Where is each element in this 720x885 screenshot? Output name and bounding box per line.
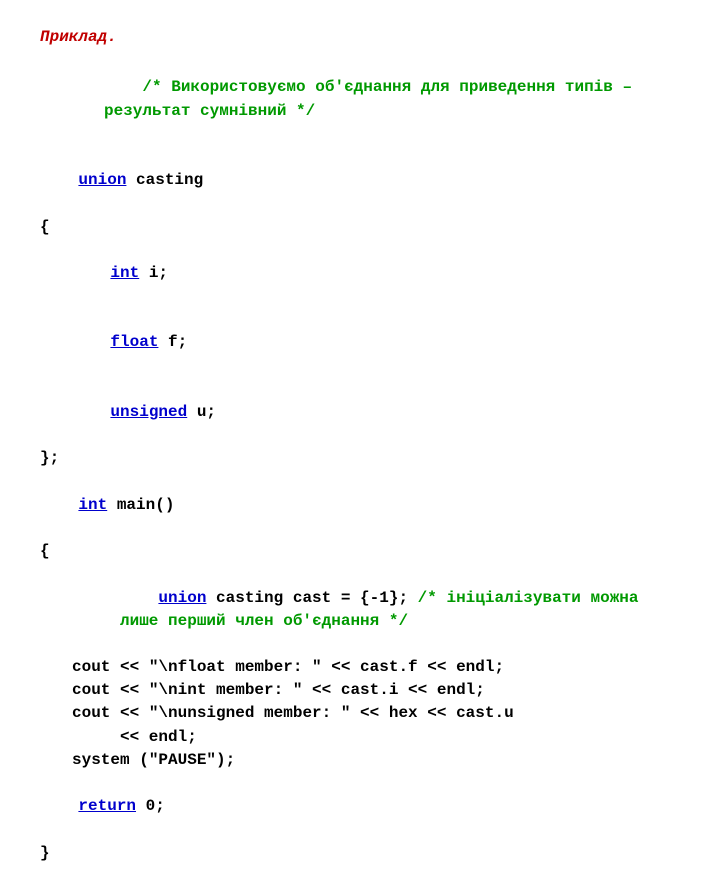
cast-decl: casting cast = {-1}; [206,589,417,607]
main-close-brace: } [40,842,680,865]
code-comment: /* Використовуємо об'єднання для приведе… [104,78,642,119]
member-unsigned: unsigned u; [40,378,680,448]
return-zero: 0; [136,797,165,815]
code-slide: Приклад. /* Використовуємо об'єднання дл… [0,0,720,885]
member-f: f; [158,333,187,351]
example-heading: Приклад. [40,26,680,49]
union-decl-line: union casting [40,146,680,216]
member-i: i; [139,264,168,282]
cout-float-line: cout << "\nfloat member: " << cast.f << … [40,656,680,679]
keyword-float: float [110,333,158,351]
member-int: int i; [40,239,680,309]
cout-unsigned-line-a: cout << "\nunsigned member: " << hex << … [40,702,680,725]
member-float: float f; [40,308,680,378]
keyword-union-inner: union [158,589,206,607]
open-brace: { [40,216,680,239]
cout-int-line: cout << "\nint member: " << cast.i << en… [40,679,680,702]
keyword-int-main: int [78,496,107,514]
comment-line-1: /* Використовуємо об'єднання для приведе… [40,53,680,146]
keyword-union: union [78,171,126,189]
main-decl: main() [107,496,174,514]
return-line: return 0; [40,772,680,842]
ident-casting: casting [126,171,203,189]
keyword-return: return [78,797,136,815]
member-u: u; [187,403,216,421]
system-pause-line: system ("PAUSE"); [40,749,680,772]
cout-unsigned-line-b: << endl; [40,726,680,749]
keyword-unsigned: unsigned [110,403,187,421]
keyword-int: int [110,264,139,282]
main-decl-line: int main() [40,471,680,541]
main-open-brace: { [40,540,680,563]
close-brace-semi: }; [40,447,680,470]
cast-init-line: union casting cast = {-1}; /* ініціалізу… [40,563,680,656]
